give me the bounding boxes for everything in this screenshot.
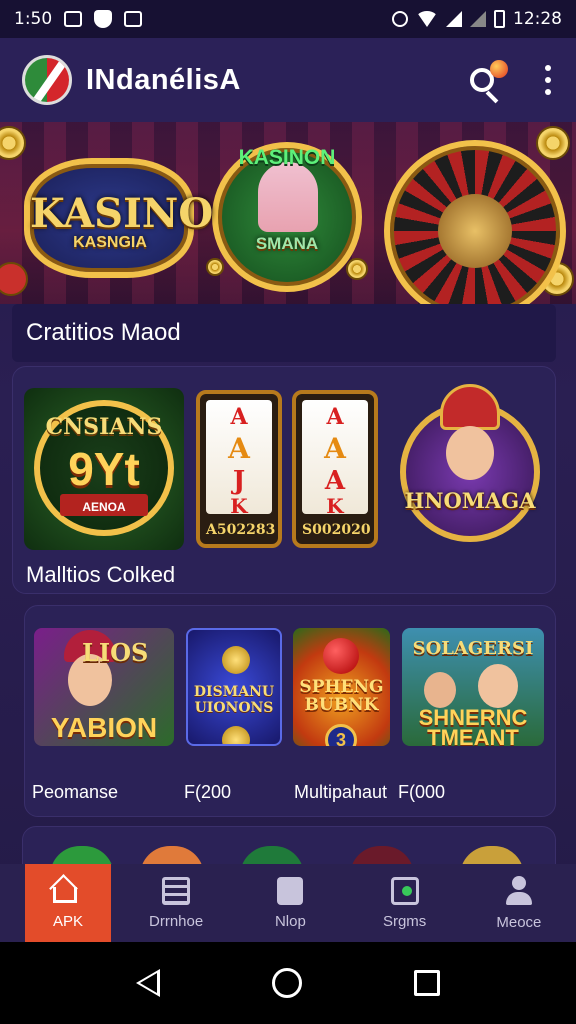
coin-icon: [222, 646, 250, 674]
slot-symbol: K: [230, 494, 248, 518]
banner-center-subtitle: SMANA: [255, 234, 319, 253]
banner-left-subtitle: KASNGIA: [73, 234, 147, 251]
game-tile-slot-2[interactable]: A A A K S002020: [292, 390, 378, 548]
game-tile-ball[interactable]: SPHENG BUBNK 3: [293, 628, 390, 746]
tile-title: LIOS: [82, 638, 149, 667]
signal-icon: [446, 11, 462, 27]
crown-icon: [440, 384, 500, 430]
more-menu-button[interactable]: [542, 65, 554, 95]
game-tile-casino[interactable]: CNSIANS 9Yt AENOA: [24, 388, 184, 550]
nav-label: APK: [52, 912, 83, 930]
coin-icon: [222, 726, 250, 744]
game-tile-slot-1[interactable]: A A J K A502283: [196, 390, 282, 548]
signal-2-icon: [470, 11, 486, 27]
bottom-navigation: APK Drrnhoe Nlop Srgms Meoce: [0, 864, 576, 942]
nav-item-2[interactable]: Drrnhoe: [119, 864, 233, 942]
wifi-icon: [416, 11, 438, 27]
tile-caption: F(200: [184, 782, 232, 802]
red-ball-icon: [323, 638, 359, 674]
tile-caption: F(000: [398, 782, 446, 802]
section-header: Cratitios Maod: [12, 304, 556, 362]
tile-big-text: 9Yt: [68, 443, 140, 495]
number-badge: 3: [325, 724, 357, 746]
slot-code: S002020: [302, 522, 371, 538]
character-face: [446, 426, 494, 480]
more-vert-icon: [545, 65, 551, 71]
tile-subtitle: YABION: [50, 712, 158, 743]
nav-item-4[interactable]: Srgms: [348, 864, 462, 942]
banner-left-title: KASINO: [30, 190, 214, 237]
tile-title: DISMANU UIONONS: [193, 684, 275, 716]
status-time: 1:50: [14, 9, 53, 29]
character-face: [478, 664, 518, 708]
slot-symbol: J: [232, 466, 246, 496]
character-face: [424, 672, 456, 708]
tile-subtitle: SHNERNC TMEANT: [418, 705, 528, 747]
tile-ribbon-text: AENOA: [82, 500, 126, 514]
tile-title: HNOMAGA: [404, 488, 536, 513]
nav-item-3[interactable]: Nlop: [233, 864, 347, 942]
game-tile-pope[interactable]: LIOS YABION: [34, 628, 174, 746]
slot-symbol: A: [326, 404, 344, 430]
slot-code: A502283: [206, 522, 276, 538]
slot-symbol: A: [230, 404, 248, 430]
game-tile-gang[interactable]: SOLAGERSI SHNERNC TMEANT: [402, 628, 544, 746]
slot-symbol: A: [324, 432, 346, 465]
gallery-notification-icon: [64, 11, 83, 27]
slot-symbol: A: [228, 432, 250, 465]
banner-character: [258, 162, 318, 232]
nav-item-5[interactable]: Meoce: [462, 864, 576, 942]
tile-caption: Multipahaut: [294, 782, 388, 802]
promo-banner[interactable]: KASINO KASNGIA KASINON SMANA: [0, 122, 576, 304]
slot-symbol: K: [326, 494, 344, 518]
nav-label: Meoce: [496, 913, 542, 931]
app-bar: INdanélisA: [0, 38, 576, 122]
alarm-icon: [392, 11, 408, 27]
home-icon: [53, 886, 77, 903]
tile-title: SOLAGERSI: [412, 638, 534, 659]
status-bar: 1:50 12:28: [0, 0, 576, 38]
recents-icon[interactable]: [414, 970, 440, 996]
nav-label: Nlop: [274, 912, 306, 930]
slot-symbol: A: [324, 466, 346, 496]
tile-title: SPHENG BUBNK: [299, 677, 384, 715]
app-title: INdanélisA: [86, 63, 241, 96]
game-tile-diamond[interactable]: DISMANU UIONONS: [186, 628, 282, 746]
tile-title: CNSIANS: [45, 414, 163, 440]
user-icon: [504, 875, 534, 906]
nav-item-apk[interactable]: APK: [25, 864, 111, 942]
bag-icon: [277, 876, 304, 905]
system-navigation-bar: [0, 942, 576, 1024]
ball-icon: [490, 60, 508, 78]
app-screen: 1:50 12:28 INdanélisA KASINO KASNGIA KAS…: [0, 0, 576, 1024]
shield-notification-icon: [94, 10, 113, 28]
tile-caption: Peomanse: [32, 782, 119, 802]
banner-center-title: KASINON: [238, 146, 336, 169]
section-title: Cratitios Maod: [26, 319, 181, 346]
back-icon[interactable]: [136, 969, 160, 997]
battery-icon: [494, 10, 505, 28]
list-icon: [162, 876, 191, 905]
find-icon: [390, 876, 419, 905]
status-right-time: 12:28: [513, 9, 562, 29]
row-caption: Malltios Colked: [26, 562, 176, 587]
game-tile-queen[interactable]: HNOMAGA: [396, 384, 544, 546]
home-circle-icon[interactable]: [272, 968, 302, 998]
nav-label: Srgms: [382, 912, 427, 930]
nav-label: Drrnhoe: [149, 912, 204, 930]
search-button[interactable]: [468, 58, 516, 104]
app-logo: [22, 55, 72, 105]
message-notification-icon: [124, 11, 143, 27]
